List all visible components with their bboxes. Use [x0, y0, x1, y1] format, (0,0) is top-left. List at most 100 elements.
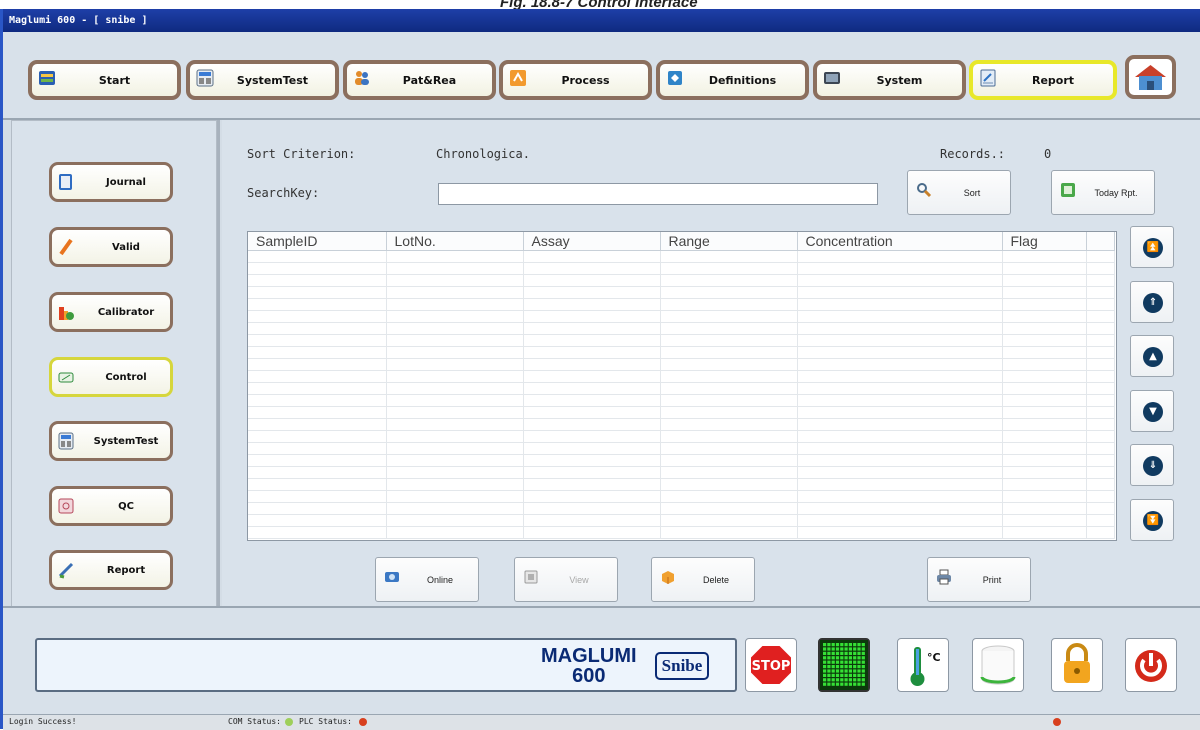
- table-cell: [386, 442, 524, 455]
- grid-cell: [861, 665, 865, 669]
- today-report-button[interactable]: Today Rpt.: [1051, 170, 1155, 215]
- grid-cell: [831, 669, 835, 673]
- table-row[interactable]: [248, 322, 1115, 335]
- column-header[interactable]: Assay: [523, 232, 661, 251]
- page-up-button[interactable]: ⇑: [1130, 281, 1174, 323]
- table-row[interactable]: [248, 466, 1115, 479]
- nav-start-button[interactable]: Start: [28, 60, 181, 100]
- table-cell: [248, 502, 387, 515]
- table-row[interactable]: [248, 310, 1115, 323]
- table-cell: [797, 442, 1003, 455]
- table-row[interactable]: [248, 442, 1115, 455]
- table-cell: [797, 286, 1003, 299]
- sidebar-item-journal[interactable]: Journal: [49, 162, 173, 202]
- nav-report-button[interactable]: Report: [969, 60, 1117, 100]
- lock-button[interactable]: [1051, 638, 1103, 692]
- temperature-button[interactable]: °C: [897, 638, 949, 692]
- stop-button[interactable]: STOP: [745, 638, 797, 692]
- table-row[interactable]: [248, 526, 1115, 539]
- table-row[interactable]: [248, 394, 1115, 407]
- nav-system-button[interactable]: System: [813, 60, 966, 100]
- nav-definitions-button[interactable]: Definitions: [656, 60, 809, 100]
- grid-cell: [844, 665, 848, 669]
- table-cell: [1086, 430, 1115, 443]
- page-down-button[interactable]: ⇓: [1130, 444, 1174, 486]
- table-row[interactable]: [248, 370, 1115, 383]
- power-button[interactable]: [1125, 638, 1177, 692]
- splitter[interactable]: [217, 120, 220, 606]
- column-header[interactable]: Concentration: [797, 232, 1003, 251]
- sidebar-item-valid[interactable]: Valid: [49, 227, 173, 267]
- table-cell: [660, 454, 798, 467]
- table-cell: [1002, 346, 1087, 359]
- scroll-down-button[interactable]: ▼: [1130, 390, 1174, 432]
- sidebar-item-qc[interactable]: QC: [49, 486, 173, 526]
- table-row[interactable]: [248, 418, 1115, 431]
- grid-cell: [861, 673, 865, 677]
- sidebar-item-calibrator[interactable]: Calibrator: [49, 292, 173, 332]
- table-cell: [660, 502, 798, 515]
- reagent-level-button[interactable]: [972, 638, 1024, 692]
- table-cell: [386, 370, 524, 383]
- plate-status-button[interactable]: [818, 638, 870, 692]
- table-row[interactable]: [248, 346, 1115, 359]
- column-header[interactable]: SampleID: [248, 232, 387, 251]
- sidebar-item-systemtest[interactable]: SystemTest: [49, 421, 173, 461]
- table-row[interactable]: [248, 358, 1115, 371]
- table-row[interactable]: [248, 274, 1115, 287]
- first-record-button[interactable]: ⏫: [1130, 226, 1174, 268]
- online-button[interactable]: Online: [375, 557, 479, 602]
- status-message: Login Success!: [9, 717, 77, 726]
- table-cell: [1002, 358, 1087, 371]
- table-row[interactable]: [248, 334, 1115, 347]
- grid-cell: [848, 647, 852, 651]
- nav-patrea-button[interactable]: Pat&Rea: [343, 60, 496, 100]
- grid-cell: [831, 665, 835, 669]
- results-table[interactable]: SampleID LotNo. Assay Range Concentratio…: [247, 231, 1117, 541]
- table-row[interactable]: [248, 478, 1115, 491]
- nav-systemtest-button[interactable]: SystemTest: [186, 60, 339, 100]
- grid-cell: [857, 643, 861, 647]
- column-header[interactable]: Flag: [1002, 232, 1087, 251]
- table-cell: [1002, 418, 1087, 431]
- table-row[interactable]: [248, 430, 1115, 443]
- nav-process-button[interactable]: Process: [499, 60, 652, 100]
- table-cell: [248, 430, 387, 443]
- table-row[interactable]: [248, 454, 1115, 467]
- column-header[interactable]: LotNo.: [386, 232, 524, 251]
- sidebar-item-report[interactable]: Report: [49, 550, 173, 590]
- print-button[interactable]: Print: [927, 557, 1031, 602]
- table-row[interactable]: [248, 502, 1115, 515]
- table-row[interactable]: [248, 382, 1115, 395]
- grid-cell: [844, 651, 848, 655]
- delete-button[interactable]: Delete: [651, 557, 755, 602]
- sidebar-item-control[interactable]: Control: [49, 357, 173, 397]
- page-down-icon: ⇓: [1143, 456, 1163, 476]
- table-cell: [1086, 358, 1115, 371]
- table-cell: [1086, 466, 1115, 479]
- sort-icon: [917, 183, 932, 198]
- home-button[interactable]: [1125, 55, 1176, 99]
- table-cell: [386, 430, 524, 443]
- table-row[interactable]: [248, 250, 1115, 263]
- view-button[interactable]: View: [514, 557, 618, 602]
- scroll-up-button[interactable]: ▲: [1130, 335, 1174, 377]
- table-cell: [797, 322, 1003, 335]
- last-record-button[interactable]: ⏬: [1130, 499, 1174, 541]
- table-header-row: SampleID LotNo. Assay Range Concentratio…: [248, 232, 1115, 251]
- table-row[interactable]: [248, 286, 1115, 299]
- table-cell: [386, 358, 524, 371]
- grid-cell: [848, 643, 852, 647]
- table-row[interactable]: [248, 262, 1115, 275]
- table-cell: [523, 346, 661, 359]
- table-row[interactable]: [248, 406, 1115, 419]
- search-input[interactable]: [438, 183, 878, 205]
- column-header[interactable]: Range: [660, 232, 798, 251]
- table-row[interactable]: [248, 490, 1115, 503]
- sort-button[interactable]: Sort: [907, 170, 1011, 215]
- table-row[interactable]: [248, 298, 1115, 311]
- nav-label: Process: [561, 73, 610, 87]
- table-cell: [797, 430, 1003, 443]
- sidebar-item-label: Journal: [106, 176, 146, 188]
- table-row[interactable]: [248, 514, 1115, 527]
